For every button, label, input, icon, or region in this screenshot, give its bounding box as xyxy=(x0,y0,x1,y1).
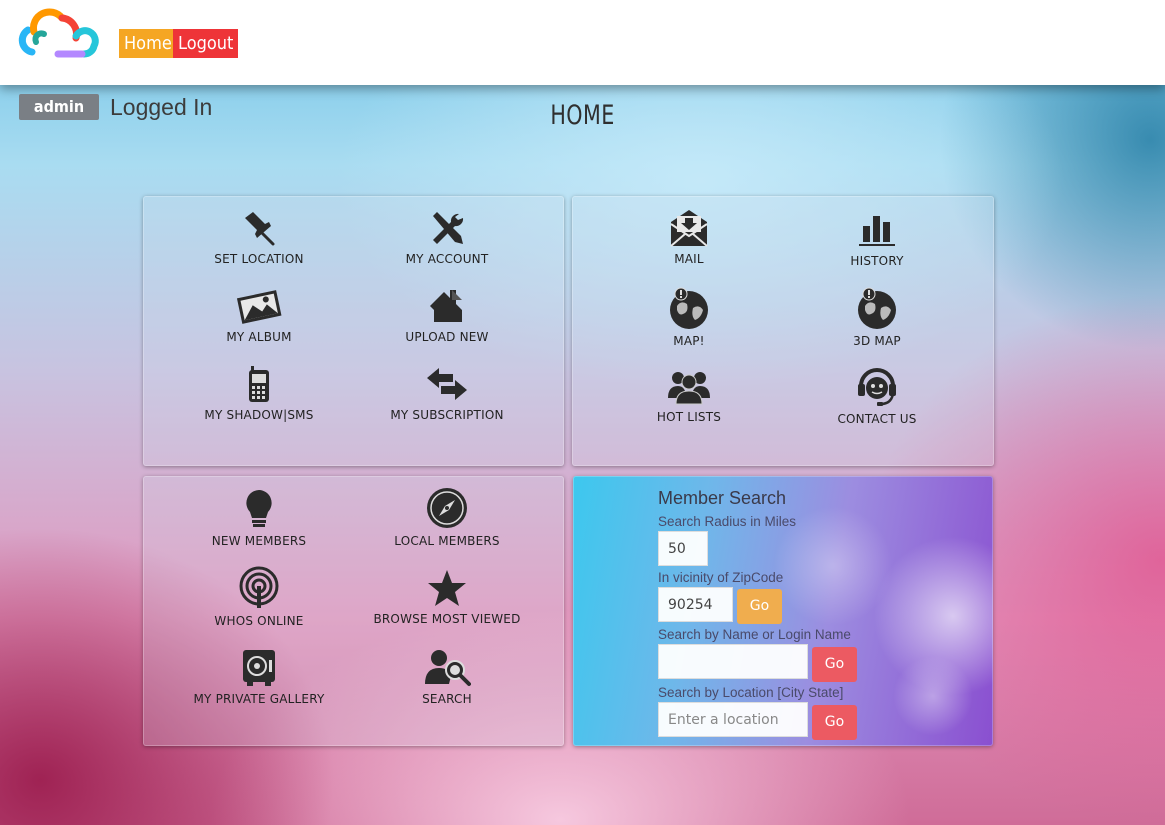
star-icon xyxy=(428,570,466,606)
home-button[interactable]: Home xyxy=(119,29,177,58)
tile-label: MAIL xyxy=(674,252,704,266)
zipcode-go-button[interactable]: Go xyxy=(737,589,782,624)
tile-label: CONTACT US xyxy=(837,412,917,426)
broadcast-icon xyxy=(239,566,279,608)
members-panel: NEW MEMBERS LOCAL MEMBERS WHOS ONLINE BR… xyxy=(143,476,564,746)
cloud-logo-icon[interactable] xyxy=(18,8,102,60)
compass-icon xyxy=(427,488,467,528)
zipcode-label: In vicinity of ZipCode xyxy=(658,570,784,585)
name-search-label: Search by Name or Login Name xyxy=(658,627,851,642)
communication-panel: MAIL HISTORY MAP! 3D MAP HOT LISTS CONTA… xyxy=(572,196,994,466)
tile-label: MY SUBSCRIPTION xyxy=(390,408,504,422)
photos-icon xyxy=(236,290,282,324)
group-icon xyxy=(668,372,710,405)
light-flare xyxy=(893,656,973,736)
member-search-panel: Member Search Search Radius in Miles In … xyxy=(573,476,993,746)
tile-label: MY ALBUM xyxy=(226,330,292,344)
mobile-phone-icon xyxy=(249,366,269,402)
tile-label: MY PRIVATE GALLERY xyxy=(193,692,325,706)
tile-label: NEW MEMBERS xyxy=(211,534,307,548)
tile-label: BROWSE MOST VIEWED xyxy=(373,612,521,626)
tile-label: MY ACCOUNT xyxy=(405,252,489,266)
location-search-input[interactable] xyxy=(658,702,808,737)
tile-label: LOCAL MEMBERS xyxy=(394,534,500,548)
lightbulb-icon xyxy=(246,490,272,527)
new-members-tile[interactable]: NEW MEMBERS xyxy=(174,488,344,548)
globe-pin-icon xyxy=(670,287,708,329)
headset-icon xyxy=(858,368,896,406)
browse-most-viewed-tile[interactable]: BROWSE MOST VIEWED xyxy=(362,568,532,626)
tile-label: SET LOCATION xyxy=(214,252,304,266)
upload-new-tile[interactable]: UPLOAD NEW xyxy=(362,286,532,344)
name-search-input[interactable] xyxy=(658,644,808,679)
mail-icon xyxy=(670,210,708,247)
user-search-icon xyxy=(425,650,471,686)
tile-label: WHOS ONLINE xyxy=(214,614,304,628)
set-location-tile[interactable]: SET LOCATION xyxy=(174,208,344,266)
whos-online-tile[interactable]: WHOS ONLINE xyxy=(174,566,344,628)
tile-label: HOT LISTS xyxy=(656,410,722,424)
my-account-tile[interactable]: MY ACCOUNT xyxy=(362,208,532,266)
my-album-tile[interactable]: MY ALBUM xyxy=(174,286,344,344)
history-tile[interactable]: HISTORY xyxy=(792,210,962,268)
3d-map-tile[interactable]: 3D MAP xyxy=(792,286,962,348)
tile-label: MY SHADOW|SMS xyxy=(204,408,314,422)
contact-us-tile[interactable]: CONTACT US xyxy=(792,364,962,426)
name-search-go-button[interactable]: Go xyxy=(812,647,857,682)
safe-icon xyxy=(243,650,275,686)
member-search-title: Member Search xyxy=(658,488,787,508)
account-panel: SET LOCATION MY ACCOUNT MY ALBUM UPLOAD … xyxy=(143,196,564,466)
location-search-go-button[interactable]: Go xyxy=(812,705,857,740)
pin-icon xyxy=(245,212,275,246)
local-members-tile[interactable]: LOCAL MEMBERS xyxy=(362,486,532,548)
tile-label: 3D MAP xyxy=(853,334,901,348)
tile-label: UPLOAD NEW xyxy=(405,330,489,344)
globe-pin-3d-icon xyxy=(858,287,896,329)
search-tile[interactable]: SEARCH xyxy=(362,648,532,706)
tile-label: HISTORY xyxy=(850,254,904,268)
page-title: HOME xyxy=(550,100,615,131)
hot-lists-tile[interactable]: HOT LISTS xyxy=(604,366,774,424)
map-tile[interactable]: MAP! xyxy=(604,286,774,348)
upload-house-icon xyxy=(430,290,462,322)
my-subscription-tile[interactable]: MY SUBSCRIPTION xyxy=(362,364,532,422)
bar-chart-icon xyxy=(859,216,895,246)
location-search-label: Search by Location [City State] xyxy=(658,685,844,700)
radius-label: Search Radius in Miles xyxy=(658,514,797,529)
logout-button[interactable]: Logout xyxy=(173,29,239,58)
top-bar: Home Logout xyxy=(0,0,1165,85)
tile-label: MAP! xyxy=(673,334,705,348)
my-private-gallery-tile[interactable]: MY PRIVATE GALLERY xyxy=(174,648,344,706)
tile-label: SEARCH xyxy=(422,692,472,706)
exchange-arrows-icon xyxy=(427,368,467,400)
radius-input[interactable] xyxy=(658,531,708,566)
my-shadow-sms-tile[interactable]: MY SHADOW|SMS xyxy=(174,364,344,422)
zipcode-input[interactable] xyxy=(658,587,733,622)
tools-icon xyxy=(433,212,464,244)
mail-tile[interactable]: MAIL xyxy=(604,208,774,266)
